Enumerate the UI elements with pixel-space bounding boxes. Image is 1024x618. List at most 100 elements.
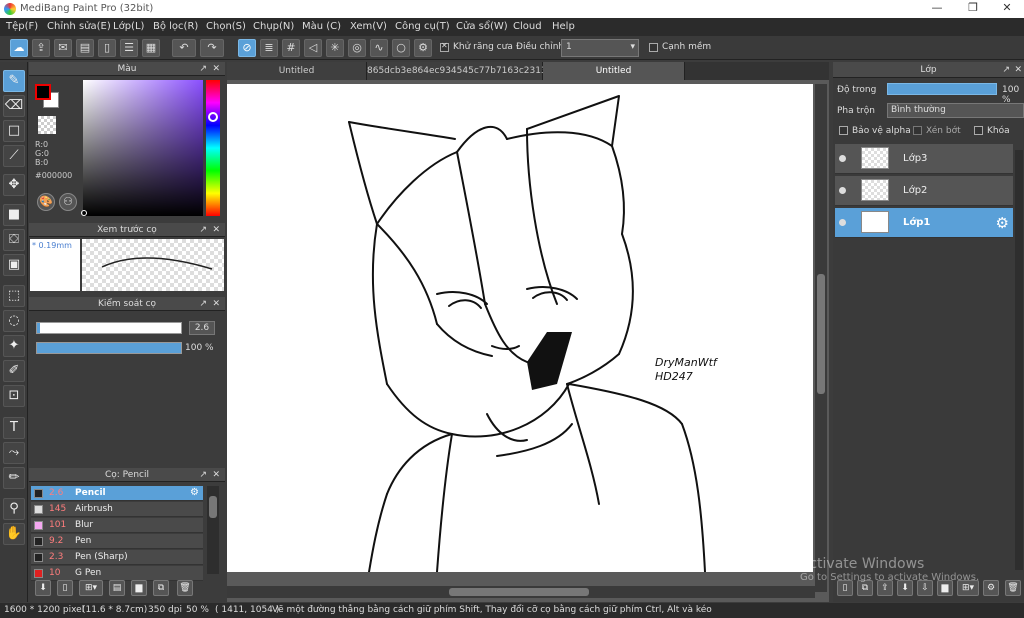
layer-row[interactable]: Lớp1 ⚙ (835, 208, 1013, 238)
text-tool-icon[interactable]: T (3, 417, 25, 439)
expand-icon[interactable]: ↗ (1002, 62, 1010, 78)
page-icon[interactable]: ▯ (98, 39, 116, 57)
vertical-scroll-thumb[interactable] (817, 274, 825, 394)
tab-untitled-2[interactable]: Untitled (543, 62, 685, 80)
close-icon[interactable]: ✕ (212, 468, 220, 482)
parallel-snap-icon[interactable]: ≣ (260, 39, 278, 57)
close-icon[interactable]: ✕ (212, 297, 220, 311)
gradient-tool-icon[interactable]: ▣ (3, 254, 25, 276)
brush-tool-icon[interactable]: ✎ (3, 70, 25, 92)
note-icon[interactable]: ▤ (76, 39, 94, 57)
brush-opacity-slider[interactable] (36, 342, 182, 354)
drawing-canvas[interactable]: DryManWtf HD247 (227, 84, 813, 572)
snap-off-icon[interactable]: ⊘ (238, 39, 256, 57)
hue-slider[interactable] (206, 80, 220, 216)
menu-help[interactable]: Help (552, 21, 575, 32)
foreground-color-swatch[interactable] (35, 84, 51, 100)
curve-snap-icon[interactable]: ∿ (370, 39, 388, 57)
bucket-tool-icon[interactable]: ⛋ (3, 229, 25, 251)
cloud-icon[interactable]: ☁ (10, 39, 28, 57)
expand-icon[interactable]: ↗ (199, 297, 207, 311)
expand-icon[interactable]: ↗ (199, 468, 207, 482)
vanishing-snap-icon[interactable]: ◁ (304, 39, 322, 57)
menu-tools[interactable]: Công cụ(T) (395, 21, 450, 32)
visibility-eye-icon[interactable] (839, 155, 846, 162)
brush-settings-gear-icon[interactable]: ⚙ (190, 487, 199, 498)
menu-select[interactable]: Chọn(S) (206, 21, 246, 32)
close-button[interactable]: ✕ (990, 0, 1024, 18)
menu-file[interactable]: Tệp(F) (6, 21, 38, 32)
blend-mode-select[interactable]: Bình thường (887, 103, 1024, 118)
lock-checkbox[interactable] (974, 126, 983, 135)
canvas-vertical-scrollbar[interactable] (815, 84, 827, 592)
delete-brush-icon[interactable]: 🗑 (177, 580, 193, 596)
close-icon[interactable]: ✕ (1014, 62, 1022, 78)
brush-size-value[interactable]: 2.6 (189, 321, 215, 335)
layer-settings-icon[interactable]: ⚙ (983, 580, 999, 596)
eraser-tool-icon[interactable]: ⌫ (3, 95, 25, 117)
list-icon[interactable]: ☰ (120, 39, 138, 57)
close-icon[interactable]: ✕ (212, 223, 220, 237)
tab-image-file[interactable]: 865dcb3e864ec934545c77b7163c2313.jpg (367, 62, 564, 80)
layer-row[interactable]: Lớp3 (835, 144, 1013, 174)
antialias-checkbox[interactable] (440, 41, 449, 52)
undo-button[interactable]: ↶ (172, 39, 196, 57)
radial-snap-icon[interactable]: ✳ (326, 39, 344, 57)
magic-wand-icon[interactable]: ✦ (3, 335, 25, 357)
add-brush-dropdown-icon[interactable]: ⊞▾ (79, 580, 103, 596)
select-brush-icon[interactable]: ⟋ (3, 145, 25, 167)
clipping-checkbox[interactable] (913, 126, 922, 135)
divide-tool-icon[interactable]: ✏ (3, 467, 25, 489)
select-pen-icon[interactable]: ✐ (3, 360, 25, 382)
layer-row[interactable]: Lớp2 (835, 176, 1013, 206)
close-icon[interactable]: ✕ (212, 62, 220, 76)
crosshatch-snap-icon[interactable]: # (282, 39, 300, 57)
layer-opacity-slider[interactable] (887, 83, 997, 95)
menu-filter[interactable]: Bộ lọc(R) (153, 21, 198, 32)
redo-button[interactable]: ↷ (200, 39, 224, 57)
brush-properties-icon[interactable]: ▤ (109, 580, 125, 596)
fill-rect-icon[interactable]: ■ (3, 204, 25, 226)
brush-item[interactable]: 9.2 Pen (31, 534, 203, 549)
comment-icon[interactable]: ✉ (54, 39, 72, 57)
palette-icon[interactable]: 🎨 (37, 193, 55, 211)
menu-cloud[interactable]: Cloud (513, 21, 542, 32)
color-history-icon[interactable]: ⚇ (59, 193, 77, 211)
adjust-select[interactable]: 1 ▾ (561, 39, 639, 57)
settings-gear-icon[interactable]: ⚙ (414, 39, 432, 57)
share-icon[interactable]: ⇪ (32, 39, 50, 57)
smooth-edge-checkbox[interactable] (649, 43, 658, 52)
select-eraser-icon[interactable]: ⊡ (3, 385, 25, 407)
duplicate-brush-icon[interactable]: ⧉ (153, 580, 169, 596)
rect-select-icon[interactable]: ⬚ (3, 285, 25, 307)
delete-layer-icon[interactable]: 🗑 (1005, 580, 1021, 596)
layer-list-scrollbar[interactable] (1015, 150, 1023, 570)
new-brush-icon[interactable]: ▯ (57, 580, 73, 596)
visibility-eye-icon[interactable] (839, 219, 846, 226)
layer-settings-gear-icon[interactable]: ⚙ (996, 214, 1009, 232)
menu-window[interactable]: Cửa sổ(W) (456, 21, 508, 32)
saturation-value-picker[interactable] (83, 80, 203, 216)
tab-untitled-1[interactable]: Untitled (227, 62, 367, 80)
concentric-snap-icon[interactable]: ◎ (348, 39, 366, 57)
menu-color[interactable]: Màu (C) (302, 21, 341, 32)
brush-item[interactable]: 145 Airbrush (31, 502, 203, 517)
lasso-select-icon[interactable]: ◌ (3, 310, 25, 332)
menu-snap[interactable]: Chụp(N) (253, 21, 294, 32)
protect-alpha-checkbox[interactable] (839, 126, 848, 135)
menu-view[interactable]: Xem(V) (350, 21, 387, 32)
visibility-eye-icon[interactable] (839, 187, 846, 194)
brush-item[interactable]: 2.3 Pen (Sharp) (31, 550, 203, 565)
maximize-button[interactable]: ❐ (956, 0, 990, 18)
horizontal-scroll-thumb[interactable] (449, 588, 589, 596)
minimize-button[interactable]: — (920, 0, 954, 18)
menu-layer[interactable]: Lớp(L) (113, 21, 144, 32)
brush-item[interactable]: 101 Blur (31, 518, 203, 533)
eyedropper-icon[interactable]: ⚲ (3, 498, 25, 520)
operation-tool-icon[interactable]: ⤳ (3, 442, 25, 464)
hue-slider-handle[interactable] (208, 112, 218, 122)
brush-folder-icon[interactable]: ▆ (131, 580, 147, 596)
brush-list-scrollbar[interactable] (207, 486, 219, 574)
transparent-swatch-icon[interactable] (38, 116, 56, 134)
dot-tool-icon[interactable]: □ (3, 120, 25, 142)
